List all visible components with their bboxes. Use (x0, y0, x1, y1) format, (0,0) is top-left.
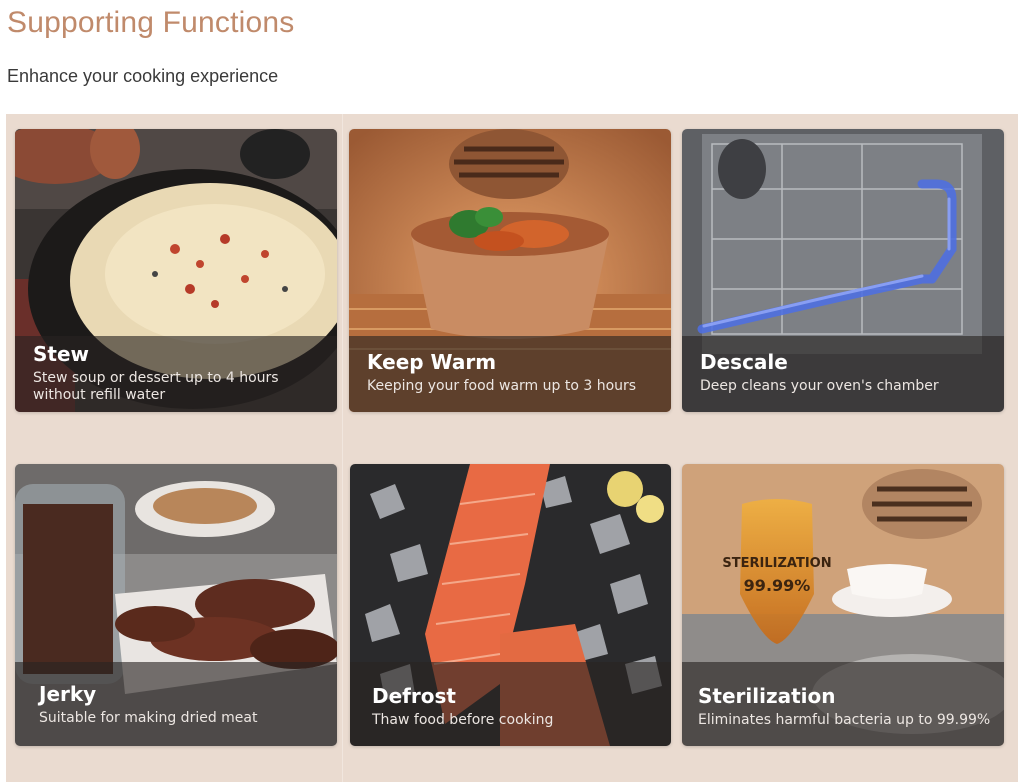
card-caption: Sterilization Eliminates harmful bacteri… (682, 662, 1004, 746)
card-defrost[interactable]: Defrost Thaw food before cooking (350, 464, 671, 746)
card-jerky[interactable]: Jerky Suitable for making dried meat (15, 464, 337, 746)
card-title: Descale (700, 350, 788, 374)
card-keep-warm[interactable]: Keep Warm Keeping your food warm up to 3… (349, 129, 671, 412)
sterilization-badge-label: STERILIZATION (722, 556, 831, 571)
card-description: Stew soup or dessert up to 4 hours witho… (33, 370, 279, 403)
card-title: Stew (33, 342, 90, 366)
card-caption: Jerky Suitable for making dried meat (15, 662, 337, 746)
card-caption: Defrost Thaw food before cooking (350, 662, 671, 746)
card-description: Suitable for making dried meat (39, 710, 258, 726)
card-stew[interactable]: Stew Stew soup or dessert up to 4 hours … (15, 129, 337, 412)
sterilization-badge-value: 99.99% (744, 576, 811, 595)
card-description: Keeping your food warm up to 3 hours (367, 378, 637, 394)
card-title: Keep Warm (367, 350, 497, 374)
card-description: Deep cleans your oven's chamber (700, 378, 939, 394)
card-sterilization[interactable]: STERILIZATION 99.99% Sterilization Elimi… (682, 464, 1004, 746)
card-title: Sterilization (698, 684, 836, 708)
page-subtitle: Enhance your cooking experience (7, 66, 279, 86)
card-caption: Stew Stew soup or dessert up to 4 hours … (15, 336, 337, 412)
card-title: Jerky (39, 682, 97, 706)
card-caption: Descale Deep cleans your oven's chamber (682, 336, 1004, 412)
card-description: Eliminates harmful bacteria up to 99.99% (698, 712, 991, 728)
panel-divider (342, 114, 343, 782)
card-descale[interactable]: Descale Deep cleans your oven's chamber (682, 129, 1004, 412)
card-caption: Keep Warm Keeping your food warm up to 3… (349, 336, 671, 412)
card-description: Thaw food before cooking (372, 712, 554, 728)
page-title: Supporting Functions (7, 6, 295, 39)
card-title: Defrost (372, 684, 456, 708)
